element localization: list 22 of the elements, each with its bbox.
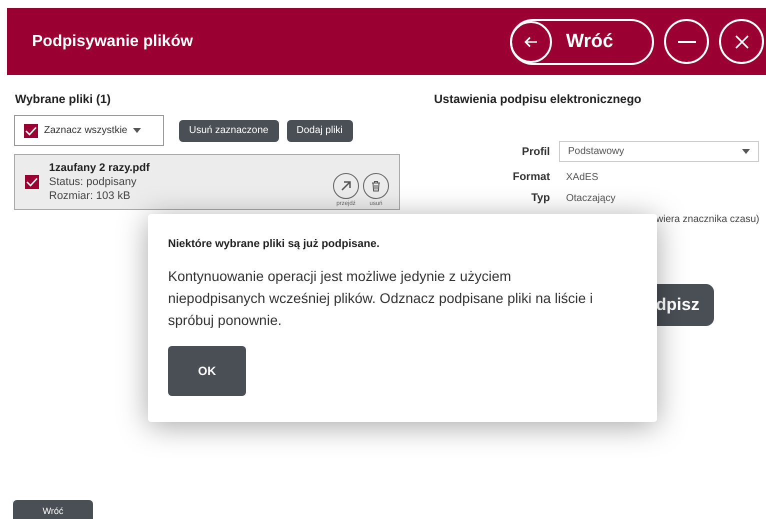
ok-button[interactable]: OK (168, 346, 246, 396)
select-all-label: Zaznacz wszystkie (44, 125, 128, 136)
back-button[interactable]: Wróć (13, 500, 93, 519)
field-value: Otaczający (565, 192, 616, 204)
section-heading: Wybrane pliki (1) (14, 92, 112, 106)
file-size: Rozmiar: 103 kB (49, 190, 132, 202)
note-text: wiera znacznika czasu) (655, 214, 760, 225)
toolbar-button[interactable]: Usuń zaznaczone (179, 120, 278, 142)
page-title: Podpisywanie plików (32, 32, 193, 50)
field-label: Format (512, 171, 550, 183)
section-heading: Ustawienia podpisu elektronicznego (433, 92, 642, 106)
select-all-dropdown[interactable]: Zaznacz wszystkie (14, 115, 164, 146)
dialog-message: Kontynuowanie operacji jest możliwe jedynie z użyciem niepodpisanych wcześniej plików. Odznacz podpisane pliki na liście i spróbuj ponownie. (168, 267, 594, 330)
field-label: Typ (530, 192, 550, 204)
back-button[interactable]: Wróć (510, 18, 654, 64)
toolbar-button[interactable]: Dodaj pliki (286, 120, 353, 142)
field-value: XAdES (565, 172, 600, 182)
file-status: Status: podpisany (49, 176, 138, 188)
profile-dropdown[interactable]: Podstawowy (559, 141, 759, 162)
file-name: 1zaufany 2 razy.pdf (49, 162, 151, 174)
field-label: Profil (520, 146, 550, 158)
dialog-title: Niektóre wybrane pliki są już podpisane. (168, 238, 381, 250)
